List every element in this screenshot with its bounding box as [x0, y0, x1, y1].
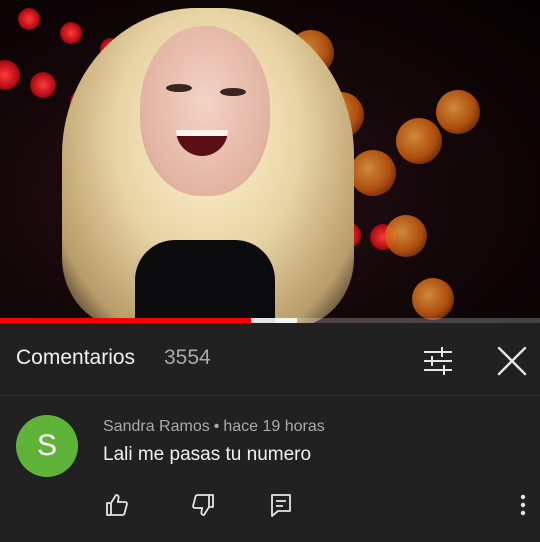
comment-author[interactable]: Sandra Ramos — [103, 418, 210, 435]
more-vertical-icon[interactable] — [512, 492, 534, 518]
subject-shirt — [135, 240, 275, 323]
comments-count: 3554 — [164, 346, 211, 369]
video-subject — [0, 0, 540, 323]
video-player[interactable] — [0, 0, 540, 323]
subject-eye — [220, 88, 246, 96]
avatar[interactable]: S — [16, 415, 78, 477]
meta-separator: • — [213, 418, 220, 435]
reply-icon[interactable] — [268, 492, 294, 518]
comment-time: hace 19 horas — [223, 418, 325, 435]
comment-meta: Sandra Ramos • hace 19 horas — [103, 418, 325, 436]
comments-header: Comentarios 3554 — [0, 323, 540, 396]
subject-face — [140, 26, 270, 196]
thumbs-down-icon[interactable] — [190, 492, 216, 518]
comments-title: Comentarios — [16, 346, 136, 369]
comment-text: Lali me pasas tu numero — [103, 444, 312, 465]
close-icon[interactable] — [494, 343, 530, 379]
comment-item: S Sandra Ramos • hace 19 horas Lali me pas… — [0, 397, 540, 542]
avatar-letter: S — [36, 429, 57, 462]
thumbs-up-icon[interactable] — [104, 492, 130, 518]
subject-eye — [166, 84, 192, 92]
sort-filter-icon[interactable] — [420, 343, 456, 379]
